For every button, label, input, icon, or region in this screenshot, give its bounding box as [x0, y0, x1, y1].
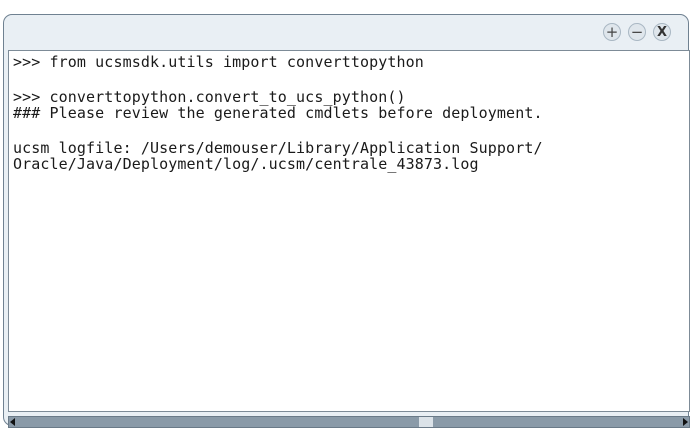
scroll-left-arrow-icon[interactable] — [10, 418, 15, 426]
console-line: Oracle/Java/Deployment/log/.ucsm/central… — [13, 155, 479, 173]
console-line: ucsm logfile: /Users/demouser/Library/Ap… — [13, 139, 543, 157]
console-output[interactable]: >>> from ucsmsdk.utils import converttop… — [8, 50, 690, 412]
horizontal-scrollbar[interactable] — [8, 416, 690, 428]
console-line: ### Please review the generated cmdlets … — [13, 104, 543, 122]
title-bar: + − X — [4, 15, 688, 51]
console-line: >>> converttopython.convert_to_ucs_pytho… — [13, 88, 406, 106]
close-icon[interactable]: X — [653, 23, 671, 41]
console-line: >>> from ucsmsdk.utils import converttop… — [13, 53, 424, 71]
scroll-right-arrow-icon[interactable] — [683, 418, 688, 426]
plus-icon[interactable]: + — [603, 23, 621, 41]
minus-icon[interactable]: − — [628, 23, 646, 41]
scrollbar-thumb[interactable] — [419, 417, 433, 427]
